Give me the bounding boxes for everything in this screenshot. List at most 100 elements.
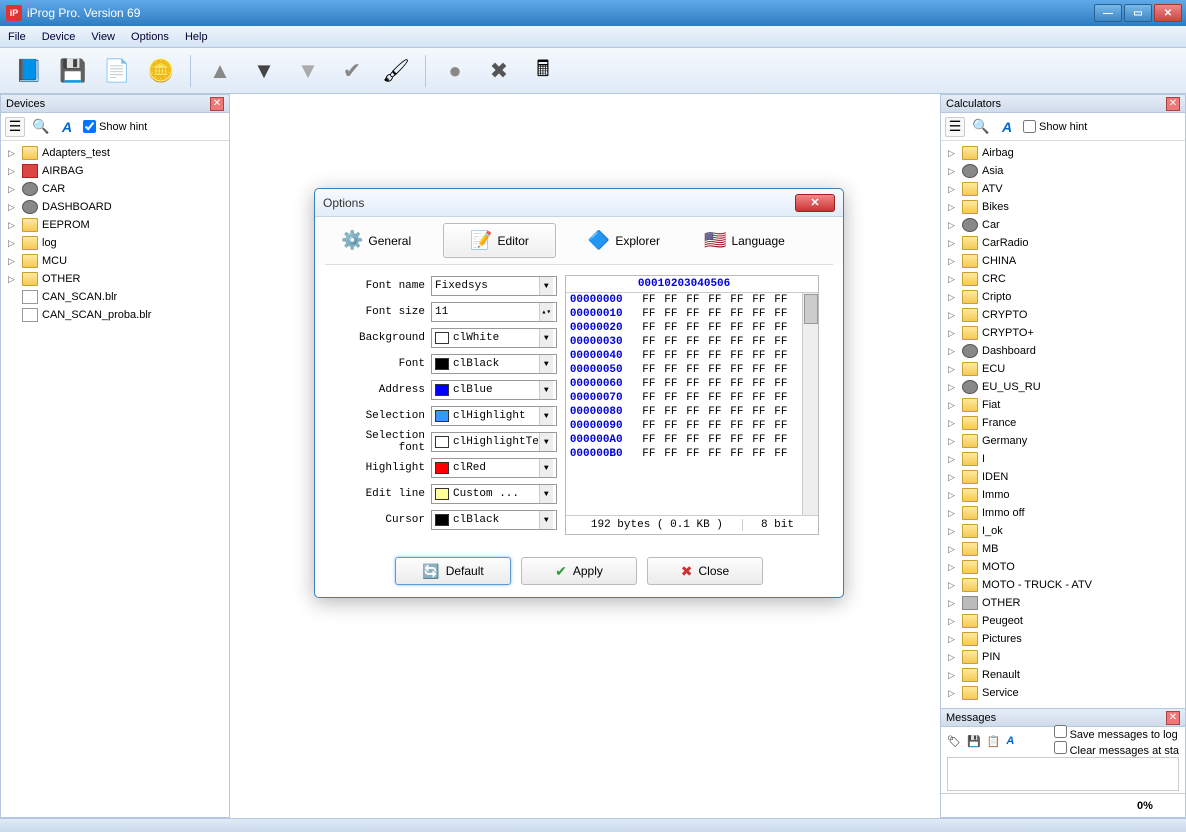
expand-icon[interactable]: ▷ xyxy=(948,490,958,501)
tree-item[interactable]: ▷Dashboard xyxy=(944,342,1182,360)
tree-item[interactable]: ▷CAR xyxy=(4,180,226,198)
font-select[interactable]: clBlack▼ xyxy=(431,354,557,374)
tb-check[interactable]: ✔ xyxy=(333,53,371,89)
tree-item[interactable]: ▷OTHER xyxy=(944,594,1182,612)
menu-file[interactable]: File xyxy=(8,31,26,43)
tree-item[interactable]: ▷PIN xyxy=(944,648,1182,666)
messages-close[interactable]: ✕ xyxy=(1166,711,1180,725)
expand-icon[interactable]: ▷ xyxy=(948,526,958,537)
hex-row[interactable]: 000000A0FFFFFFFFFFFFFF xyxy=(566,433,818,447)
hex-row[interactable]: 000000B0FFFFFFFFFFFFFF xyxy=(566,447,818,461)
expand-icon[interactable]: ▷ xyxy=(948,436,958,447)
tree-item[interactable]: ▷DASHBOARD xyxy=(4,198,226,216)
tree-item[interactable]: ▷Pictures xyxy=(944,630,1182,648)
hex-row[interactable]: 00000000FFFFFFFFFFFFFF xyxy=(566,293,818,307)
save-messages-chk[interactable]: Save messages to log xyxy=(1054,725,1180,741)
hex-scrollbar[interactable] xyxy=(802,293,818,515)
expand-icon[interactable]: ▷ xyxy=(948,634,958,645)
expand-icon[interactable]: ▷ xyxy=(948,364,958,375)
tb-gold[interactable]: 🪙 xyxy=(142,53,180,89)
tb-new[interactable]: 📄 xyxy=(98,53,136,89)
tree-item[interactable]: ▷Adapters_test xyxy=(4,144,226,162)
tree-item[interactable]: ▷ECU xyxy=(944,360,1182,378)
expand-icon[interactable]: ▷ xyxy=(948,598,958,609)
hex-row[interactable]: 00000060FFFFFFFFFFFFFF xyxy=(566,377,818,391)
expand-icon[interactable]: ▷ xyxy=(8,148,18,159)
tree-item[interactable]: ▷AIRBAG xyxy=(4,162,226,180)
expand-icon[interactable]: ▷ xyxy=(948,382,958,393)
hex-row[interactable]: 00000040FFFFFFFFFFFFFF xyxy=(566,349,818,363)
hex-row[interactable]: 00000090FFFFFFFFFFFFFF xyxy=(566,419,818,433)
tab-explorer[interactable]: 🔷Explorer xyxy=(576,226,672,255)
expand-icon[interactable]: ▷ xyxy=(8,184,18,195)
apply-button[interactable]: ✔Apply xyxy=(521,557,637,585)
tree-item[interactable]: ▷ATV xyxy=(944,180,1182,198)
tree-item[interactable]: ▷MCU xyxy=(4,252,226,270)
tb-cancel[interactable]: ✖ xyxy=(480,53,518,89)
maximize-button[interactable]: ▭ xyxy=(1124,4,1152,22)
expand-icon[interactable]: ▷ xyxy=(948,562,958,573)
tb-down[interactable]: ▼ xyxy=(245,53,283,89)
expand-icon[interactable]: ▷ xyxy=(8,256,18,267)
expand-icon[interactable]: ▷ xyxy=(948,256,958,267)
tab-language[interactable]: 🇺🇸Language xyxy=(692,226,797,255)
menu-view[interactable]: View xyxy=(91,31,115,43)
expand-icon[interactable]: ▷ xyxy=(8,166,18,177)
tree-item[interactable]: ▷Car xyxy=(944,216,1182,234)
calc-tree[interactable]: ▷Airbag▷Asia▷ATV▷Bikes▷Car▷CarRadio▷CHIN… xyxy=(941,141,1185,708)
hex-row[interactable]: 00000050FFFFFFFFFFFFFF xyxy=(566,363,818,377)
tb-info[interactable]: ● xyxy=(436,53,474,89)
calc-showhint[interactable]: Show hint xyxy=(1023,120,1087,133)
search-icon[interactable]: 🔍 xyxy=(31,117,51,137)
expand-icon[interactable]: ▷ xyxy=(8,202,18,213)
tb-down2[interactable]: ▼ xyxy=(289,53,327,89)
close-button[interactable]: ✕ xyxy=(1154,4,1182,22)
expand-icon[interactable]: ▷ xyxy=(948,328,958,339)
devices-close[interactable]: ✕ xyxy=(210,97,224,111)
tree-item[interactable]: ▷EEPROM xyxy=(4,216,226,234)
scroll-thumb[interactable] xyxy=(804,294,818,324)
expand-icon[interactable]: ▷ xyxy=(948,346,958,357)
selection-select[interactable]: clHighlight▼ xyxy=(431,406,557,426)
hex-row[interactable]: 00000030FFFFFFFFFFFFFF xyxy=(566,335,818,349)
devices-tree[interactable]: ▷Adapters_test▷AIRBAG▷CAR▷DASHBOARD▷EEPR… xyxy=(1,141,229,817)
default-button[interactable]: 🔄Default xyxy=(395,557,511,585)
font-icon[interactable]: A xyxy=(57,117,77,137)
editline-select[interactable]: Custom ...▼ xyxy=(431,484,557,504)
expand-icon[interactable]: ▷ xyxy=(948,652,958,663)
expand-icon[interactable]: ▷ xyxy=(948,166,958,177)
expand-icon[interactable]: ▷ xyxy=(948,202,958,213)
tree-item[interactable]: ▷Germany xyxy=(944,432,1182,450)
tb-open[interactable]: 📘 xyxy=(10,53,48,89)
fontsize-input[interactable]: 11▴▾ xyxy=(431,302,557,322)
tree-item[interactable]: ▷OTHER xyxy=(4,270,226,288)
tree-item[interactable]: ▷CRYPTO+ xyxy=(944,324,1182,342)
expand-icon[interactable]: ▷ xyxy=(948,670,958,681)
highlight-select[interactable]: clRed▼ xyxy=(431,458,557,478)
save-icon[interactable]: 💾 xyxy=(967,735,981,748)
tree-item[interactable]: ▷MB xyxy=(944,540,1182,558)
tree-item[interactable]: CAN_SCAN.blr xyxy=(4,288,226,306)
expand-icon[interactable]: ▷ xyxy=(948,400,958,411)
dialog-close-button[interactable]: ✕ xyxy=(795,194,835,212)
tree-item[interactable]: ▷I_ok xyxy=(944,522,1182,540)
font-icon[interactable]: A xyxy=(1006,735,1014,747)
tb-up[interactable]: ▲ xyxy=(201,53,239,89)
search-icon[interactable]: 🔍 xyxy=(971,117,991,137)
tree-item[interactable]: ▷CHINA xyxy=(944,252,1182,270)
tree-item[interactable]: ▷Cripto xyxy=(944,288,1182,306)
tab-general[interactable]: ⚙️General xyxy=(329,226,423,255)
expand-icon[interactable]: ▷ xyxy=(8,220,18,231)
tb-brush[interactable]: 🖌 xyxy=(377,53,415,89)
tree-item[interactable]: ▷CarRadio xyxy=(944,234,1182,252)
cursor-select[interactable]: clBlack▼ xyxy=(431,510,557,530)
tree-item[interactable]: ▷EU_US_RU xyxy=(944,378,1182,396)
expand-icon[interactable]: ▷ xyxy=(948,580,958,591)
expand-icon[interactable]: ▷ xyxy=(8,274,18,285)
messages-textarea[interactable] xyxy=(947,757,1179,791)
tree-item[interactable]: ▷CRYPTO xyxy=(944,306,1182,324)
menu-device[interactable]: Device xyxy=(42,31,76,43)
tree-item[interactable]: ▷Asia xyxy=(944,162,1182,180)
tree-item[interactable]: ▷IDEN xyxy=(944,468,1182,486)
expand-icon[interactable]: ▷ xyxy=(948,238,958,249)
